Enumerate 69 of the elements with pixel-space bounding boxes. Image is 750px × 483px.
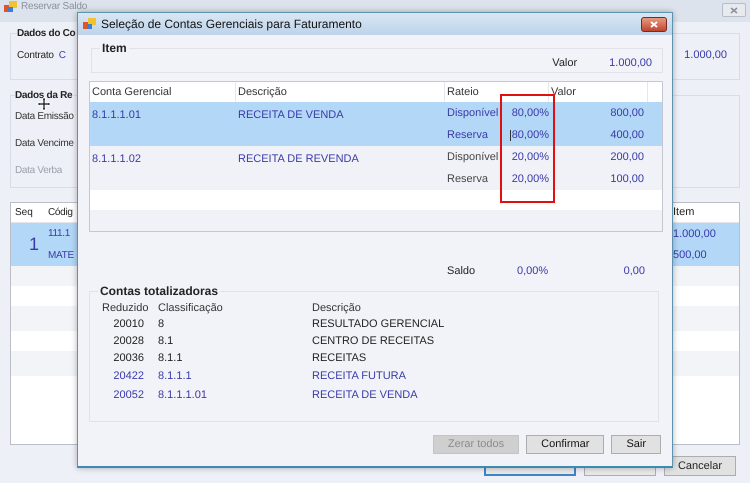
table-cell-text: 400,00 (609, 128, 645, 143)
table-cell-text: 20010 (112, 317, 144, 332)
table-cell-text: MATE (48, 248, 74, 263)
dialog-button[interactable]: Confirmar (526, 435, 604, 454)
amount-value: 1.000,00 (684, 48, 727, 63)
field-value: C (58, 48, 66, 63)
column-header: Item (673, 205, 696, 220)
table-cell-text: 100,00 (609, 172, 645, 187)
table-cell-text: 8.1.1.1.01 (91, 108, 142, 123)
percent-cell[interactable]: 20,00% (503, 148, 549, 166)
table-cell-text: 800,00 (609, 106, 645, 121)
table-cell-text: 111.1 (48, 227, 70, 242)
field-value: 0,00% (517, 264, 548, 279)
table-cell-text: Reserva (446, 128, 489, 143)
table-cell-text: 1.000,00 (673, 226, 716, 242)
table-cell-text: RECEITA FUTURA (312, 369, 406, 384)
field-value: 1.000,00 (609, 56, 652, 71)
table-cell-text: 200,00 (609, 150, 645, 165)
table-cell-text: Disponível (446, 150, 500, 165)
table-cell-text: RESULTADO GERENCIAL (312, 317, 444, 332)
table-cell-text: 8.1.1.1.02 (91, 152, 142, 167)
table-cell-text: 8 (158, 317, 166, 332)
close-icon (730, 6, 738, 14)
table-cell-text: 500,00 (673, 248, 707, 263)
column-header: Descrição (312, 300, 361, 316)
percent-cell[interactable]: 80,00% (503, 126, 549, 144)
field-label: Data Verba (15, 164, 62, 178)
table-cell-text: 20052 (112, 388, 144, 404)
window-title: Seleção de Contas Gerenciais para Faturamento (101, 16, 362, 33)
field-label: Data Vencime (15, 137, 74, 151)
table-cell-text: 8.1.1.1.01 (158, 388, 208, 404)
table-cell-text: 1 (28, 233, 40, 256)
group-title: Dados do Co (17, 27, 76, 41)
group-title: Item (101, 40, 128, 57)
close-button[interactable] (641, 16, 667, 32)
field-label: Contrato (17, 48, 54, 63)
table-cell-text: 20028 (112, 334, 144, 350)
field-label: Data Emissão (15, 110, 74, 124)
close-icon (650, 20, 658, 28)
table-cell-text: 8.1.1 (158, 351, 184, 366)
table-cell-text: RECEITA DE VENDA (312, 388, 418, 404)
window-title: Reservar Saldo (21, 1, 88, 12)
table-cell-text: RECEITA DE REVENDA (237, 152, 360, 167)
table-cell-text: 8.1.1.1 (158, 369, 193, 384)
cancel-button[interactable]: Cancelar (664, 456, 736, 476)
app-icon (4, 1, 17, 13)
table-cell-text: RECEITAS (312, 351, 366, 366)
group-title: Contas totalizadoras (99, 283, 220, 300)
percent-cell[interactable]: 20,00% (503, 170, 549, 188)
table-cell-text: 8.1 (158, 334, 174, 350)
table-cell-text: Disponível (446, 106, 500, 121)
table-cell-text: 20422 (112, 369, 144, 384)
field-label: Valor (552, 56, 578, 71)
percent-cell[interactable]: 80,00% (503, 104, 549, 122)
group-title: Dados da Re (15, 89, 74, 103)
column-header: Reduzido (102, 300, 150, 316)
column-header: Códig (47, 206, 73, 220)
table-cell-text: 20036 (112, 351, 144, 366)
column-header: Classificação (158, 300, 224, 316)
field-label: Saldo (447, 264, 476, 279)
app-icon (83, 18, 96, 30)
dialog-button[interactable]: Sair (611, 435, 661, 454)
table-cell-text: RECEITA DE VENDA (237, 108, 345, 123)
table-row[interactable]: 8.1.1.1.02 RECEITA DE REVENDA Disponível 20,00% 200,00 Reserva 20,00% 100,00 (90, 146, 662, 190)
field-value: 0,00 (624, 264, 645, 279)
column-header: Seq (14, 206, 34, 220)
table-cell-text: CENTRO DE RECEITAS (312, 334, 434, 350)
table-row[interactable]: 8.1.1.1.01 RECEITA DE VENDA Disponível 80,00% 800,00 Reserva 80,00% 400,00 (90, 102, 662, 146)
table-cell-text: Reserva (446, 172, 489, 187)
